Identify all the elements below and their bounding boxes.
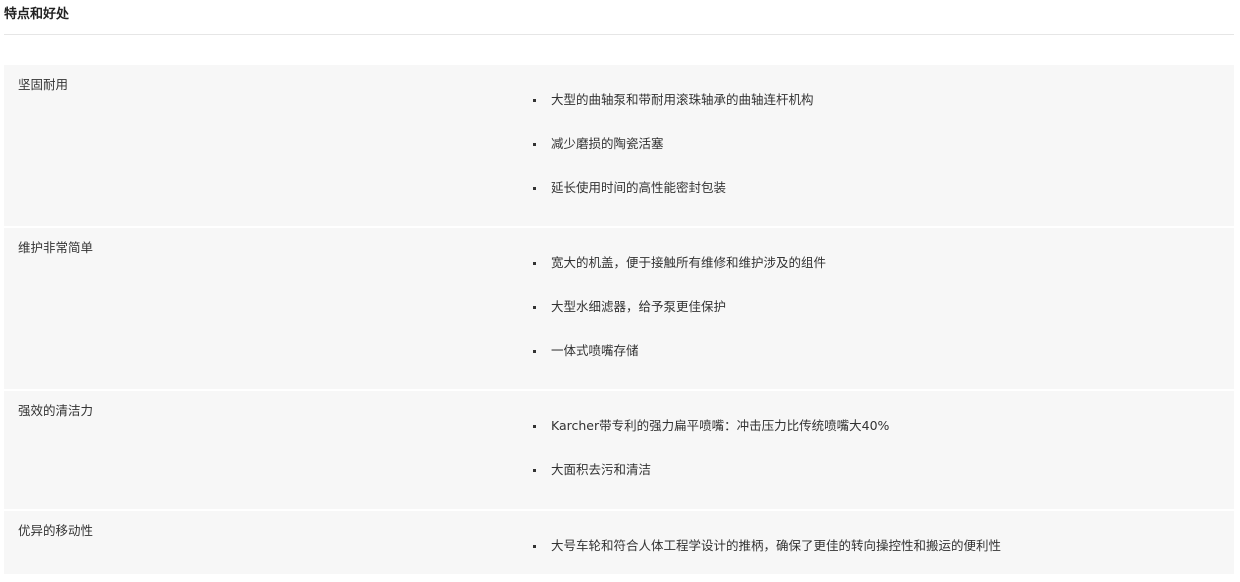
feature-list: 大号车轮和符合人体工程学设计的推柄，确保了更佳的转向操控性和搬运的便利性: [533, 538, 1001, 582]
feature-item-text: Karcher带专利的强力扁平喷嘴：冲击压力比传统喷嘴大40%: [551, 418, 890, 433]
feature-item: 宽大的机盖，便于接触所有维修和维护涉及的组件: [533, 255, 826, 271]
feature-item-text: 减少磨损的陶瓷活塞: [551, 136, 664, 151]
feature-item: 大号车轮和符合人体工程学设计的推柄，确保了更佳的转向操控性和搬运的便利性: [533, 538, 1001, 554]
feature-item-text: 宽大的机盖，便于接触所有维修和维护涉及的组件: [551, 255, 827, 270]
bullet-icon: [533, 545, 536, 548]
feature-row-maintenance: 维护非常简单 宽大的机盖，便于接触所有维修和维护涉及的组件 大型水细滤器，给予泵…: [4, 228, 1234, 391]
feature-item-text: 大号车轮和符合人体工程学设计的推柄，确保了更佳的转向操控性和搬运的便利性: [551, 538, 1002, 553]
feature-name: 强效的清洁力: [18, 403, 94, 418]
feature-item: 延长使用时间的高性能密封包装: [533, 180, 814, 196]
bullet-icon: [533, 262, 536, 265]
feature-item: 减少磨损的陶瓷活塞: [533, 136, 814, 152]
feature-row-durable: 坚固耐用 大型的曲轴泵和带耐用滚珠轴承的曲轴连杆机构 减少磨损的陶瓷活塞 延长使…: [4, 65, 1234, 228]
feature-item: 一体式喷嘴存储: [533, 343, 826, 359]
feature-item: Karcher带专利的强力扁平喷嘴：冲击压力比传统喷嘴大40%: [533, 418, 889, 434]
feature-item-text: 大型水细滤器，给予泵更佳保护: [551, 299, 727, 314]
feature-list: Karcher带专利的强力扁平喷嘴：冲击压力比传统喷嘴大40% 大面积去污和清洁: [533, 418, 889, 506]
feature-name: 维护非常简单: [18, 240, 94, 255]
feature-item: 大面积去污和清洁: [533, 462, 889, 478]
title-divider: [4, 34, 1234, 35]
section-title: 特点和好处: [4, 7, 70, 22]
bullet-icon: [533, 99, 536, 102]
feature-item: 大型水细滤器，给予泵更佳保护: [533, 299, 826, 315]
feature-item-text: 一体式喷嘴存储: [551, 343, 639, 358]
feature-row-mobility: 优异的移动性 大号车轮和符合人体工程学设计的推柄，确保了更佳的转向操控性和搬运的…: [4, 511, 1234, 574]
bullet-icon: [533, 143, 536, 146]
feature-row-cleaning: 强效的清洁力 Karcher带专利的强力扁平喷嘴：冲击压力比传统喷嘴大40% 大…: [4, 391, 1234, 511]
feature-item-text: 延长使用时间的高性能密封包装: [551, 180, 727, 195]
bullet-icon: [533, 350, 536, 353]
feature-list: 宽大的机盖，便于接触所有维修和维护涉及的组件 大型水细滤器，给予泵更佳保护 一体…: [533, 255, 826, 387]
bullet-icon: [533, 469, 536, 472]
feature-list: 大型的曲轴泵和带耐用滚珠轴承的曲轴连杆机构 减少磨损的陶瓷活塞 延长使用时间的高…: [533, 92, 814, 224]
feature-item-text: 大型的曲轴泵和带耐用滚珠轴承的曲轴连杆机构: [551, 92, 814, 107]
bullet-icon: [533, 187, 536, 190]
bullet-icon: [533, 306, 536, 309]
features-table: 坚固耐用 大型的曲轴泵和带耐用滚珠轴承的曲轴连杆机构 减少磨损的陶瓷活塞 延长使…: [4, 65, 1234, 574]
bullet-icon: [533, 425, 536, 428]
feature-name: 坚固耐用: [18, 77, 69, 92]
feature-item: 大型的曲轴泵和带耐用滚珠轴承的曲轴连杆机构: [533, 92, 814, 108]
feature-item-text: 大面积去污和清洁: [551, 462, 652, 477]
feature-name: 优异的移动性: [18, 523, 94, 538]
